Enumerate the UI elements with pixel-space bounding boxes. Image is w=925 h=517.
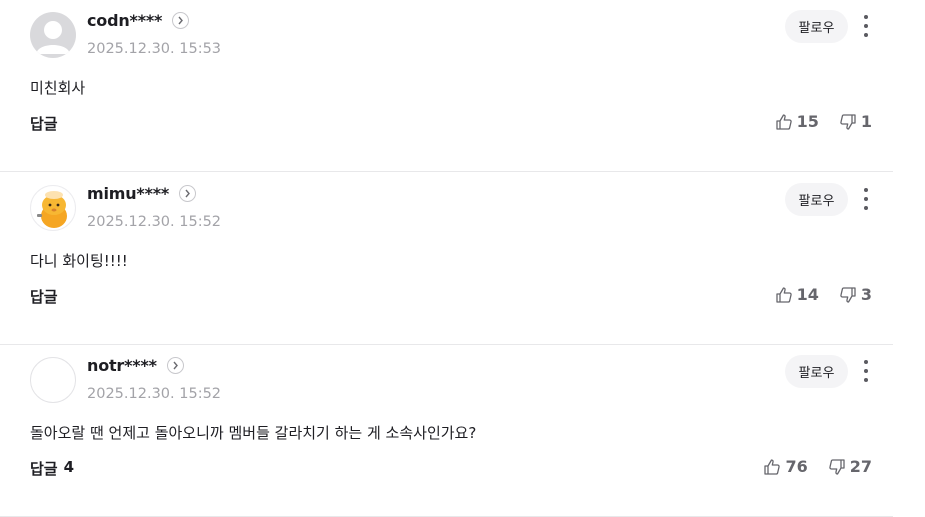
comment-text: 다니 화이팅!!!! — [30, 252, 128, 270]
comment-date: 2025.12.30. 15:53 — [87, 41, 222, 57]
comment-text: 미친회사 — [30, 79, 86, 97]
like-count: 76 — [785, 457, 808, 476]
blank-profile-icon[interactable] — [30, 357, 76, 403]
thumbs-down-icon — [840, 113, 856, 130]
thumbs-up-icon — [775, 113, 792, 130]
reply-button[interactable]: 답글 — [30, 286, 64, 307]
reply-button[interactable]: 답글 4 — [30, 458, 74, 479]
dislike-count: 1 — [860, 112, 872, 131]
like-count: 15 — [796, 112, 819, 131]
vote-group: 14 3 — [775, 285, 872, 304]
vote-group: 15 1 — [775, 112, 872, 131]
chevron-right-icon[interactable] — [172, 12, 190, 29]
reply-label: 답글 — [30, 460, 58, 478]
reply-count: 4 — [63, 458, 75, 476]
like-button[interactable]: 14 — [775, 285, 819, 304]
username[interactable]: notr**** — [87, 356, 157, 375]
dislike-button[interactable]: 27 — [828, 457, 872, 476]
dislike-count: 3 — [860, 285, 872, 304]
comment-item: mimu**** 2025.12.30. 15:52 팔로우 다니 화이팅!!!… — [0, 173, 893, 345]
follow-button[interactable]: 팔로우 — [785, 183, 848, 216]
dislike-button[interactable]: 3 — [839, 285, 872, 304]
thumbs-up-icon — [775, 286, 792, 303]
chevron-right-icon[interactable] — [179, 185, 197, 202]
reply-label: 답글 — [30, 288, 58, 306]
comment-item: notr**** 2025.12.30. 15:52 팔로우 돌아오랄 땐 언제… — [0, 345, 893, 517]
follow-button[interactable]: 팔로우 — [785, 355, 848, 388]
comment-date: 2025.12.30. 15:52 — [87, 214, 222, 230]
comment-text: 돌아오랄 땐 언제고 돌아오니까 멤버들 갈라치기 하는 게 소속사인가요? — [30, 424, 477, 442]
follow-button[interactable]: 팔로우 — [785, 10, 848, 43]
like-button[interactable]: 15 — [775, 112, 819, 131]
dislike-count: 27 — [849, 457, 872, 476]
reply-label: 답글 — [30, 115, 58, 133]
username[interactable]: codn**** — [87, 11, 162, 30]
more-options-icon[interactable] — [856, 358, 876, 384]
default-profile-icon[interactable] — [30, 12, 76, 58]
vote-group: 76 27 — [763, 457, 872, 476]
like-count: 14 — [796, 285, 819, 304]
more-options-icon[interactable] — [856, 186, 876, 212]
comment-date: 2025.12.30. 15:52 — [87, 386, 222, 402]
like-button[interactable]: 76 — [763, 457, 808, 476]
character-profile-icon[interactable] — [30, 185, 76, 231]
thumbs-up-icon — [764, 458, 781, 475]
comment-item: codn**** 2025.12.30. 15:53 팔로우 미친회사 답글 1… — [0, 0, 893, 172]
reply-button[interactable]: 답글 — [30, 113, 64, 134]
username[interactable]: mimu**** — [87, 184, 169, 203]
thumbs-down-icon — [840, 286, 856, 303]
more-options-icon[interactable] — [856, 13, 876, 39]
thumbs-down-icon — [829, 458, 845, 475]
chevron-right-icon[interactable] — [166, 357, 184, 374]
dislike-button[interactable]: 1 — [839, 112, 872, 131]
